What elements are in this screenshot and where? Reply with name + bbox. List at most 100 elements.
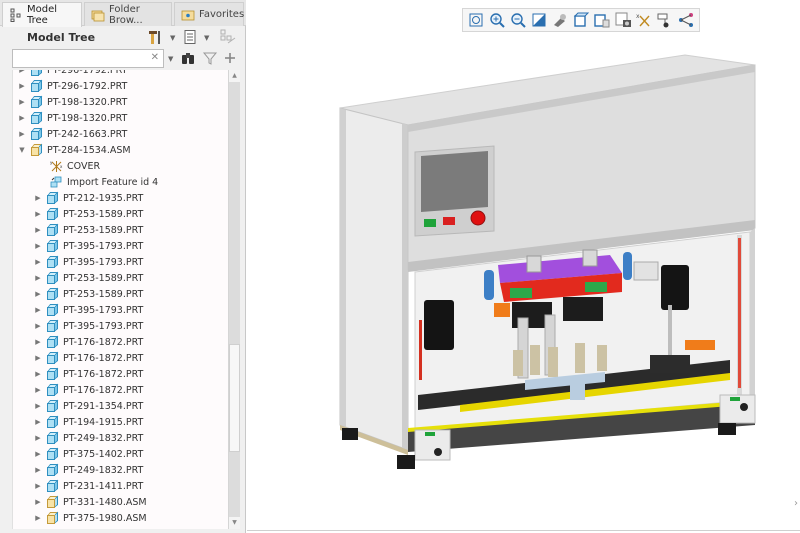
find-binoculars-icon[interactable] — [180, 50, 196, 66]
tree-item[interactable]: ▶ PT-242-1663.PRT — [13, 126, 228, 142]
panel-expand-icon[interactable]: › — [794, 498, 798, 509]
expand-arrow-icon[interactable]: ▶ — [33, 510, 43, 526]
part-icon — [46, 399, 59, 412]
expand-arrow-icon[interactable]: ▶ — [33, 190, 43, 206]
expand-arrow-icon[interactable]: ▶ — [33, 462, 43, 478]
tree-item[interactable]: ▶ PT-253-1589.PRT — [13, 206, 228, 222]
clear-search-icon[interactable]: ✕ — [151, 52, 159, 63]
expand-arrow-icon[interactable]: ▶ — [17, 94, 27, 110]
navigator-panel: Model Tree Folder Brow... Favorites Mode… — [0, 0, 246, 533]
expand-arrow-icon[interactable]: ▶ — [33, 302, 43, 318]
tree-item[interactable]: ▶ PT-194-1915.PRT — [13, 414, 228, 430]
expand-arrow-icon[interactable]: ▶ — [33, 318, 43, 334]
hmi-screen — [421, 151, 488, 212]
tree-item-label: PT-375-1980.ASM — [63, 512, 147, 524]
expand-arrow-icon[interactable]: ▶ — [33, 350, 43, 366]
settings-dropdown-icon[interactable]: ▼ — [170, 34, 175, 42]
scroll-thumb[interactable] — [229, 344, 240, 452]
expand-arrow-icon[interactable]: ▶ — [33, 478, 43, 494]
tree-item[interactable]: ▶ PT-212-1935.PRT — [13, 190, 228, 206]
expand-arrow-icon[interactable]: ▶ — [33, 334, 43, 350]
expand-arrow-icon[interactable]: ▶ — [33, 382, 43, 398]
model-tree-icon — [9, 8, 23, 22]
scroll-track[interactable] — [229, 82, 240, 517]
tree-item[interactable]: ▶ PT-231-1411.PRT — [13, 478, 228, 494]
tree-item[interactable]: ▶ PT-296-1792.PRT — [13, 78, 228, 94]
expand-arrow-icon[interactable]: ▶ — [33, 430, 43, 446]
tree-item-label: PT-212-1935.PRT — [63, 192, 144, 204]
expand-arrow-icon[interactable]: ▶ — [33, 446, 43, 462]
expand-arrow-icon[interactable]: ▶ — [33, 494, 43, 510]
expand-arrow-icon[interactable]: ▶ — [33, 286, 43, 302]
part-icon — [46, 207, 59, 220]
tree-item[interactable]: ▶ PT-395-1793.PRT — [13, 302, 228, 318]
expand-arrow-icon[interactable]: ▶ — [33, 270, 43, 286]
expand-arrow-icon[interactable]: ▶ — [33, 254, 43, 270]
part-icon — [46, 271, 59, 284]
tree-item[interactable]: ▶ PT-253-1589.PRT — [13, 270, 228, 286]
collapse-arrow-icon[interactable]: ▼ — [17, 142, 27, 158]
tree-item[interactable]: ▶ PT-395-1793.PRT — [13, 238, 228, 254]
tree-item[interactable]: ▶ PT-291-1354.PRT — [13, 398, 228, 414]
add-icon[interactable] — [222, 50, 238, 66]
model-tree-scrollbar[interactable]: ▲ ▼ — [228, 70, 240, 529]
expand-arrow-icon[interactable]: ▶ — [33, 398, 43, 414]
tree-item[interactable]: ▶ PT-176-1872.PRT — [13, 350, 228, 366]
assembly-icon — [46, 511, 59, 524]
scroll-down-button[interactable]: ▼ — [229, 517, 240, 529]
tree-item[interactable]: ▶ PT-198-1320.PRT — [13, 110, 228, 126]
scroll-up-button[interactable]: ▲ — [229, 70, 240, 82]
expand-arrow-icon[interactable]: ▶ — [33, 222, 43, 238]
svg-text:x: x — [60, 164, 63, 169]
part-icon — [30, 127, 43, 140]
foot — [397, 455, 415, 469]
tree-item[interactable]: ▶ PT-253-1589.PRT — [13, 222, 228, 238]
expand-arrow-icon[interactable]: ▶ — [17, 78, 27, 94]
expand-arrow-icon[interactable]: ▶ — [33, 206, 43, 222]
expand-arrow-icon[interactable]: ▶ — [17, 126, 27, 142]
tree-item[interactable]: ▶ PT-249-1832.PRT — [13, 462, 228, 478]
orange-block — [494, 303, 510, 317]
assembly-model-viewport[interactable] — [247, 0, 800, 533]
tree-item[interactable]: ▶ PT-176-1872.PRT — [13, 334, 228, 350]
search-dropdown-icon[interactable]: ▼ — [168, 55, 173, 63]
tree-item[interactable]: ▶ PT-176-1872.PRT — [13, 366, 228, 382]
hidden-items-icon[interactable] — [220, 29, 236, 45]
tab-folder-browser[interactable]: Folder Brow... — [84, 2, 172, 26]
tree-item[interactable]: ▶ PT-296-1792.PRT — [13, 70, 228, 78]
tree-item[interactable]: ▼ PT-284-1534.ASM — [13, 142, 228, 158]
filter-icon[interactable] — [202, 50, 218, 66]
tree-item[interactable]: ▶ PT-375-1402.PRT — [13, 446, 228, 462]
expand-arrow-icon[interactable]: ▶ — [33, 238, 43, 254]
expand-arrow-icon[interactable]: ▶ — [33, 414, 43, 430]
tab-favorites[interactable]: Favorites — [174, 2, 244, 26]
tree-item[interactable]: ▶ PT-331-1480.ASM — [13, 494, 228, 510]
tree-item-label: PT-194-1915.PRT — [63, 416, 144, 428]
part-icon — [46, 319, 59, 332]
light-curtain-left — [419, 320, 422, 380]
tab-model-tree[interactable]: Model Tree — [2, 2, 82, 27]
tree-item[interactable]: ▶ PT-249-1832.PRT — [13, 430, 228, 446]
tree-item[interactable]: ▶ PT-198-1320.PRT — [13, 94, 228, 110]
show-dropdown-icon[interactable]: ▼ — [204, 34, 209, 42]
tree-item[interactable]: ▶ PT-395-1793.PRT — [13, 318, 228, 334]
tree-item[interactable]: y x COVER — [13, 158, 228, 174]
tree-item-label: PT-231-1411.PRT — [63, 480, 144, 492]
expand-arrow-icon[interactable]: ▶ — [17, 70, 27, 78]
tree-item-label: PT-253-1589.PRT — [63, 272, 144, 284]
tree-item[interactable]: ▶ PT-253-1589.PRT — [13, 286, 228, 302]
part-icon — [46, 239, 59, 252]
tree-item[interactable]: ▶ PT-176-1872.PRT — [13, 382, 228, 398]
model-tree-search-input[interactable]: ✕ — [12, 49, 164, 68]
tree-item-label: PT-176-1872.PRT — [63, 336, 144, 348]
show-options-icon[interactable] — [182, 29, 198, 45]
graphics-window[interactable]: x › — [247, 0, 800, 533]
tree-item[interactable]: ▶ PT-395-1793.PRT — [13, 254, 228, 270]
expand-arrow-icon[interactable]: ▶ — [33, 366, 43, 382]
tree-item[interactable]: ▶ PT-375-1980.ASM — [13, 510, 228, 526]
start-button — [424, 219, 436, 227]
expand-arrow-icon[interactable]: ▶ — [17, 110, 27, 126]
tree-item-label: PT-291-1354.PRT — [63, 400, 144, 412]
settings-tools-icon[interactable] — [147, 29, 163, 45]
tree-item[interactable]: Import Feature id 4 — [13, 174, 228, 190]
